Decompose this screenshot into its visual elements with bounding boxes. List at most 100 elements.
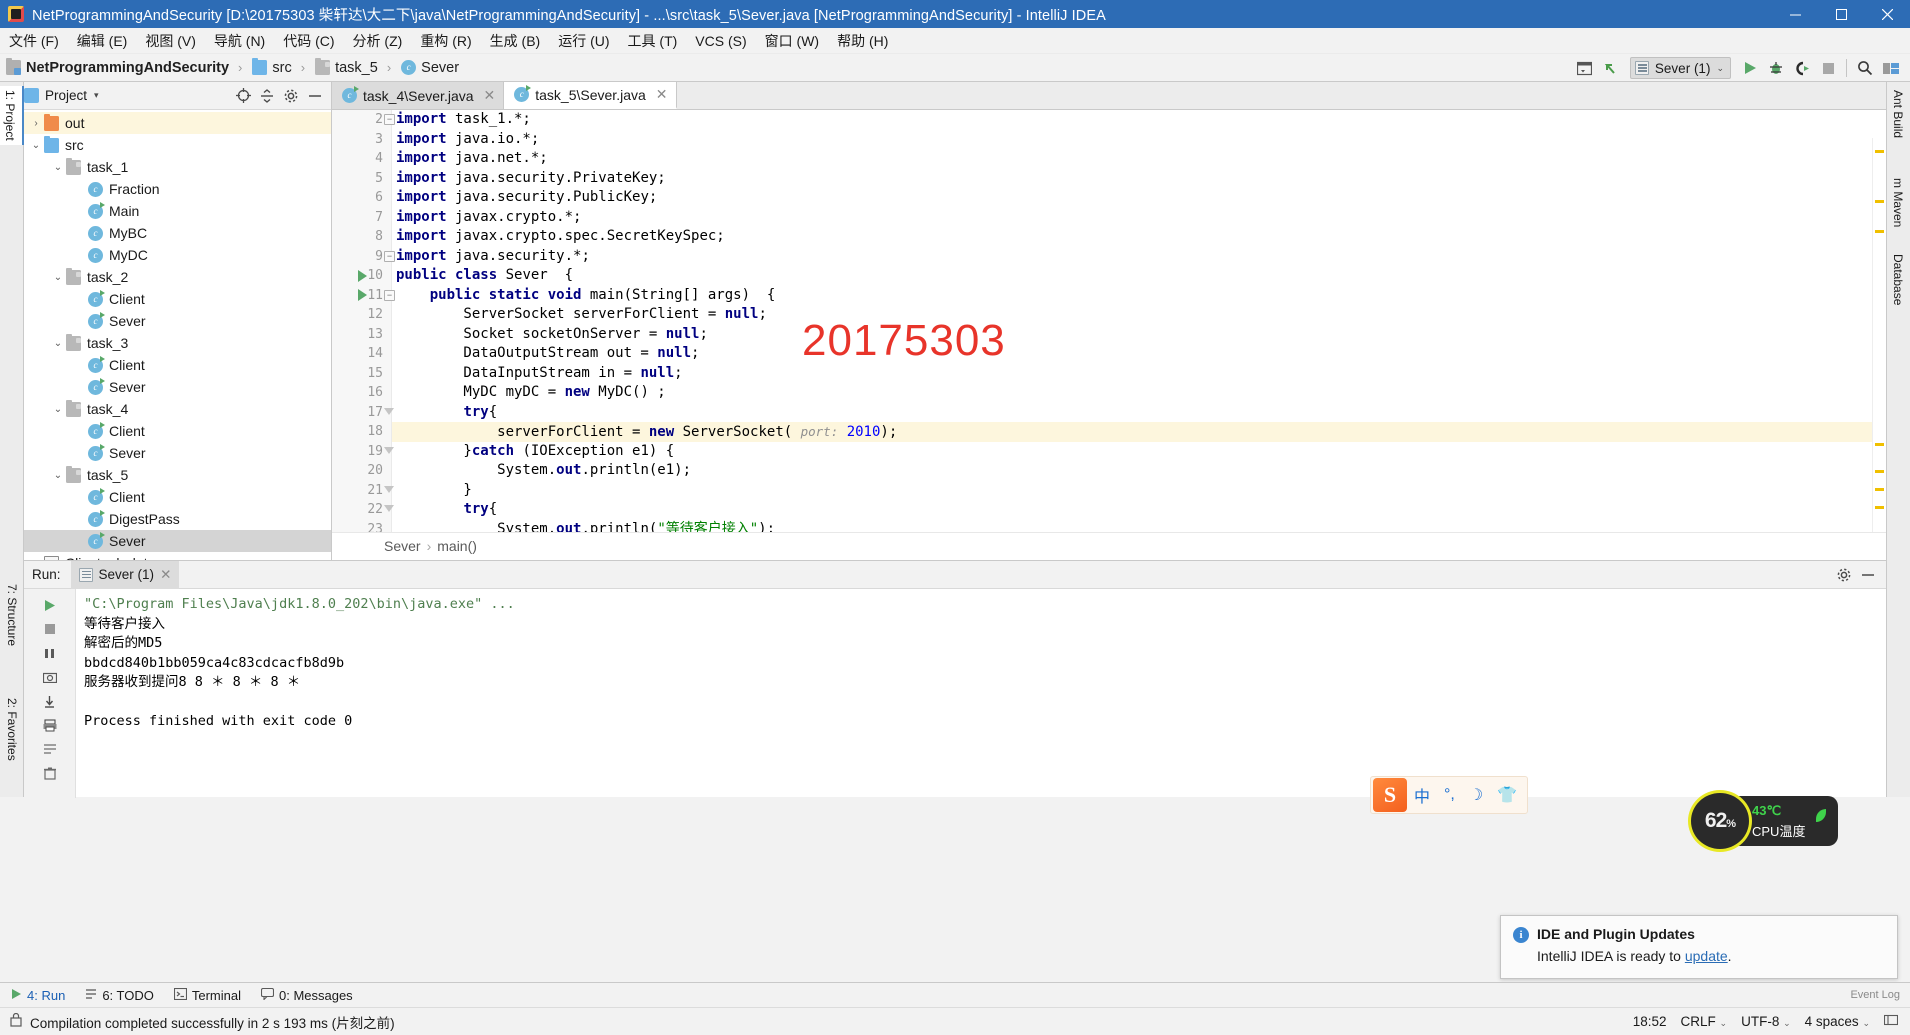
gutter-run-icon[interactable] [358, 266, 370, 286]
menu-item-5[interactable]: 分析 (Z) [344, 28, 412, 54]
chinese-mode-icon[interactable]: 中 [1414, 783, 1430, 807]
menu-item-8[interactable]: 运行 (U) [549, 28, 618, 54]
code-line[interactable]: import java.io.*; [392, 130, 1886, 150]
skin-icon[interactable]: 👕 [1497, 785, 1517, 805]
tree-node-sever[interactable]: c Sever [24, 530, 331, 552]
editor-tab-0[interactable]: c task_4\Sever.java ✕ [332, 82, 505, 109]
breadcrumb-item-task_5[interactable]: task_5 [309, 54, 380, 82]
tree-node-task_3[interactable]: ⌄ task_3 [24, 332, 331, 354]
tree-node-out[interactable]: › out [24, 112, 331, 134]
code-line[interactable]: System.out.println(e1); [392, 461, 1886, 481]
breadcrumb-item-src[interactable]: src [246, 54, 293, 82]
code-line[interactable]: Socket socketOnServer = null; [392, 325, 1886, 345]
tree-node-task_1[interactable]: ⌄ task_1 [24, 156, 331, 178]
debug-button[interactable] [1763, 56, 1789, 80]
breadcrumb-item-sever[interactable]: c Sever [395, 54, 461, 82]
moon-icon[interactable]: ☽ [1469, 785, 1483, 805]
hide-panel-icon[interactable] [303, 84, 327, 108]
menu-item-1[interactable]: 编辑 (E) [68, 28, 137, 54]
gutter-run-icon[interactable] [358, 286, 370, 306]
scroll-to-source-icon[interactable] [231, 84, 255, 108]
tree-node-src[interactable]: ⌄ src [24, 134, 331, 156]
code-line[interactable]: import javax.crypto.spec.SecretKeySpec; [392, 227, 1886, 247]
sidebar-tab-project[interactable]: 1: Project [0, 86, 24, 145]
code-line[interactable]: System.out.println("等待客户接入"); [392, 520, 1886, 533]
tree-expand-arrow[interactable]: ⌄ [50, 272, 66, 283]
bottom-tab-terminal[interactable]: Terminal [164, 983, 251, 1008]
code-line[interactable]: }catch (IOException e1) { [392, 442, 1886, 462]
camera-button[interactable] [39, 666, 61, 688]
minimize-button[interactable] [1772, 0, 1818, 28]
code-line[interactable]: try{ [392, 403, 1886, 423]
code-line[interactable]: DataOutputStream out = null; [392, 344, 1886, 364]
console-output[interactable]: "C:\Program Files\Java\jdk1.8.0_202\bin\… [76, 589, 1886, 798]
sidebar-tab-maven[interactable]: m Maven [1886, 174, 1910, 231]
tree-node-digestpass[interactable]: c DigestPass [24, 508, 331, 530]
code-line[interactable]: import task_1.*; [392, 110, 1886, 130]
code-line[interactable]: public class Sever { [392, 266, 1886, 286]
stop-button[interactable] [1815, 56, 1841, 80]
close-icon[interactable]: ✕ [656, 86, 668, 103]
sidebar-tab-favorites[interactable]: 2: Favorites [0, 694, 24, 765]
close-icon[interactable]: ✕ [160, 567, 171, 583]
tree-node-task_2[interactable]: ⌄ task_2 [24, 266, 331, 288]
code-line[interactable]: MyDC myDC = new MyDC() ; [392, 383, 1886, 403]
print-button[interactable] [39, 714, 61, 736]
run-session-tab[interactable]: Sever (1) ✕ [70, 560, 180, 589]
update-link[interactable]: update [1685, 948, 1728, 964]
tree-expand-arrow[interactable]: ⌄ [50, 404, 66, 415]
tree-node-sever[interactable]: c Sever [24, 442, 331, 464]
tree-node-client[interactable]: c Client [24, 420, 331, 442]
close-icon[interactable]: ✕ [484, 87, 496, 104]
editor-tab-1[interactable]: c task_5\Sever.java ✕ [504, 82, 677, 109]
punctuation-icon[interactable]: °, [1444, 786, 1455, 804]
tree-node-task_4[interactable]: ⌄ task_4 [24, 398, 331, 420]
tree-node-sever[interactable]: c Sever [24, 310, 331, 332]
tree-node-mybc[interactable]: c MyBC [24, 222, 331, 244]
breadcrumb-class[interactable]: Sever [384, 538, 421, 554]
sogou-ime-bar[interactable]: S 中 °, ☽ 👕 [1370, 776, 1528, 814]
editor-code-lines[interactable]: import task_1.*; import java.io.*; import … [392, 110, 1886, 532]
maximize-button[interactable] [1818, 0, 1864, 28]
menu-item-11[interactable]: 窗口 (W) [756, 28, 828, 54]
rerun-button[interactable] [39, 594, 61, 616]
menu-item-7[interactable]: 生成 (B) [481, 28, 550, 54]
rerun-failed-button[interactable] [39, 690, 61, 712]
expand-panel-icon[interactable] [1572, 56, 1598, 80]
tree-node-client[interactable]: c Client [24, 486, 331, 508]
menu-item-9[interactable]: 工具 (T) [619, 28, 687, 54]
tree-node-task_5[interactable]: ⌄ task_5 [24, 464, 331, 486]
collapse-all-icon[interactable] [255, 84, 279, 108]
tree-expand-arrow[interactable]: ⌄ [50, 470, 66, 481]
menu-item-2[interactable]: 视图 (V) [136, 28, 205, 54]
bottom-tab-0messages[interactable]: 0: Messages [251, 983, 363, 1008]
pin-tab-button[interactable] [39, 642, 61, 664]
sidebar-tab-structure[interactable]: 7: Structure [0, 580, 24, 650]
tree-node-main[interactable]: c Main [24, 200, 331, 222]
status-indent[interactable]: 4 spaces ⌄ [1805, 1014, 1870, 1029]
code-line[interactable]: import java.security.*; [392, 247, 1886, 267]
breadcrumb-item-netprogrammingandsecurity[interactable]: NetProgrammingAndSecurity [0, 54, 231, 82]
menu-item-10[interactable]: VCS (S) [686, 30, 755, 52]
hide-panel-icon[interactable] [1856, 563, 1880, 587]
error-stripe[interactable] [1872, 138, 1886, 532]
notification-popup[interactable]: i IDE and Plugin Updates IntelliJ IDEA i… [1500, 915, 1898, 979]
undo-icon[interactable] [1598, 56, 1624, 80]
project-structure-icon[interactable] [1878, 56, 1904, 80]
tree-expand-arrow[interactable]: ⌄ [50, 338, 66, 349]
status-encoding[interactable]: UTF-8 ⌄ [1741, 1014, 1791, 1029]
editor-gutter[interactable]: 2−3 4 5 6 7 8 9−10 11−12 13 14 15 16 17 18 19 20 21 22 23 [332, 110, 395, 532]
code-line[interactable]: try{ [392, 500, 1886, 520]
code-line[interactable]: public static void main(String[] args) { [392, 286, 1886, 306]
tree-expand-arrow[interactable]: ⌄ [50, 162, 66, 173]
code-line[interactable]: serverForClient = new ServerSocket( port… [392, 422, 1886, 442]
bottom-tab-4run[interactable]: 4: Run [0, 983, 75, 1008]
code-line[interactable]: DataInputStream in = null; [392, 364, 1886, 384]
run-configuration-selector[interactable]: Sever (1) ⌄ [1629, 57, 1731, 79]
chevron-down-icon[interactable]: ▾ [94, 90, 99, 101]
delete-button[interactable] [39, 762, 61, 784]
menu-item-12[interactable]: 帮助 (H) [828, 28, 897, 54]
menu-item-4[interactable]: 代码 (C) [274, 28, 343, 54]
code-line[interactable]: import java.security.PrivateKey; [392, 169, 1886, 189]
code-line[interactable]: import java.net.*; [392, 149, 1886, 169]
